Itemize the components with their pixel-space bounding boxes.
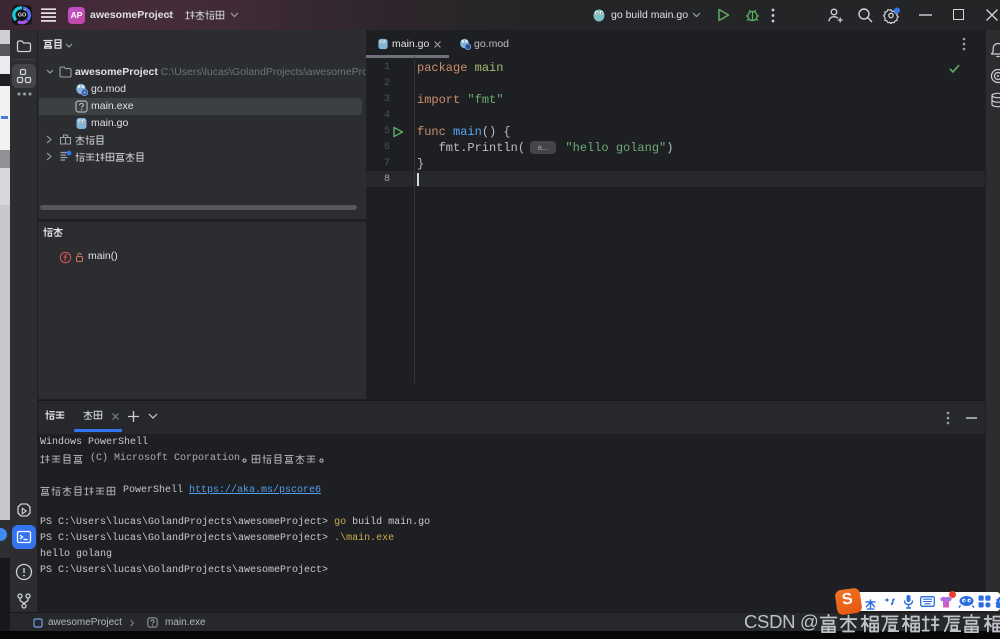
- svg-text:GO: GO: [18, 13, 26, 19]
